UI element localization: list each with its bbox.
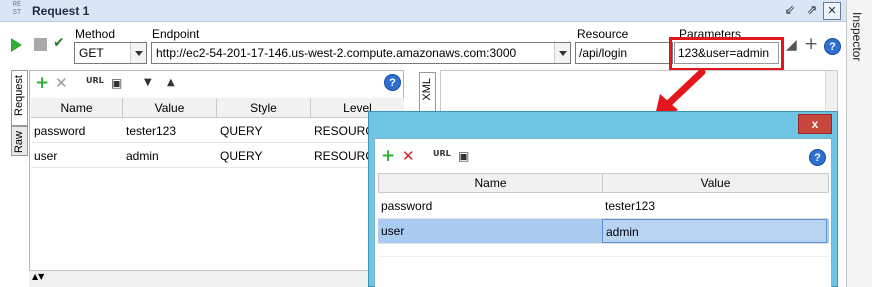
param-name[interactable]: password: [378, 194, 602, 218]
help-icon[interactable]: ?: [809, 149, 826, 166]
method-select[interactable]: GET: [74, 42, 147, 64]
move-up-icon[interactable]: ▲: [167, 74, 175, 92]
submit-request-icon[interactable]: [11, 38, 22, 52]
resource-value: /api/login: [579, 46, 628, 60]
params-grid-header: Name Value Style Level: [31, 98, 404, 118]
editor-titlebar: RE ST Request 1 ⇙ ⇗ ✕: [0, 0, 846, 22]
remove-param-icon[interactable]: ✕: [55, 74, 68, 92]
param-style[interactable]: QUERY: [217, 144, 311, 167]
param-value-editing[interactable]: admin: [602, 219, 827, 243]
request-params-panel: + ✕ URL ▣ ▼ ▲ ? Name Value Style Level p…: [29, 70, 404, 287]
parameters-dialog: x + ✕ URL ▣ ? Name Value password tester…: [368, 111, 838, 287]
help-icon[interactable]: ?: [824, 38, 841, 55]
chevron-down-icon[interactable]: [130, 43, 146, 63]
tab-request[interactable]: Request: [11, 70, 28, 126]
clear-icon[interactable]: ▣: [458, 147, 469, 165]
method-label: Method: [75, 27, 116, 41]
table-row-selected[interactable]: user admin: [378, 219, 829, 244]
splitter-toggle-icon[interactable]: ▲▼: [32, 272, 44, 281]
dialog-close-button[interactable]: x: [798, 114, 832, 134]
detach-icon[interactable]: ⇙: [781, 2, 799, 20]
url-encode-icon[interactable]: URL: [433, 145, 451, 163]
param-name[interactable]: password: [31, 119, 123, 142]
param-style[interactable]: QUERY: [217, 119, 311, 142]
add-param-icon[interactable]: +: [35, 74, 49, 92]
resource-input[interactable]: /api/login: [575, 42, 673, 64]
inspector-label: Inspector: [850, 12, 864, 62]
splitter-bar[interactable]: ▲▼: [29, 270, 404, 287]
param-name[interactable]: user: [31, 144, 123, 167]
add-icon[interactable]: +: [804, 34, 818, 54]
tab-xml[interactable]: XML: [419, 72, 436, 112]
params-toolbar: + ✕ URL ▣ ▼ ▲ ?: [30, 71, 403, 95]
tab-request-label: Request: [13, 75, 25, 116]
endpoint-label: Endpoint: [152, 27, 200, 41]
column-header-value[interactable]: Value: [123, 98, 217, 117]
tab-raw-label: Raw: [13, 131, 25, 154]
edit-parameters-icon[interactable]: ◢: [786, 37, 797, 53]
inspector-panel[interactable]: Inspector: [846, 0, 872, 287]
dialog-body: + ✕ URL ▣ ? Name Value password tester12…: [374, 138, 832, 287]
window-title: Request 1: [32, 4, 90, 18]
table-row[interactable]: password tester123: [378, 194, 829, 219]
dialog-titlebar[interactable]: [369, 112, 837, 138]
param-name[interactable]: user: [378, 219, 602, 243]
remove-param-icon[interactable]: ✕: [402, 147, 415, 165]
url-encode-icon[interactable]: URL: [86, 72, 104, 90]
column-header-name[interactable]: Name: [379, 174, 603, 192]
endpoint-select[interactable]: http://ec2-54-201-17-146.us-west-2.compu…: [151, 42, 571, 64]
maximize-icon[interactable]: ⇗: [803, 2, 821, 20]
grid-empty-area: [378, 256, 829, 286]
method-value: GET: [79, 46, 104, 60]
move-down-icon[interactable]: ▼: [144, 74, 152, 92]
resource-label: Resource: [577, 27, 629, 41]
tab-raw[interactable]: Raw: [11, 126, 28, 156]
rest-request-icon: RE ST: [12, 1, 22, 17]
tab-xml-label: XML: [421, 78, 433, 101]
param-value[interactable]: admin: [123, 144, 217, 167]
column-header-value[interactable]: Value: [603, 174, 828, 192]
endpoint-value: http://ec2-54-201-17-146.us-west-2.compu…: [156, 46, 517, 60]
add-param-icon[interactable]: +: [381, 147, 395, 165]
column-header-style[interactable]: Style: [217, 98, 311, 117]
param-value[interactable]: tester123: [602, 194, 827, 218]
chevron-down-icon[interactable]: [554, 43, 570, 63]
table-row[interactable]: user admin QUERY RESOURCE: [31, 144, 404, 168]
param-value[interactable]: tester123: [123, 119, 217, 142]
validate-icon[interactable]: ✔: [53, 34, 69, 52]
table-row[interactable]: password tester123 QUERY RESOURCE: [31, 119, 404, 143]
clear-icon[interactable]: ▣: [111, 74, 122, 92]
dialog-grid-header: Name Value: [378, 173, 829, 193]
help-icon[interactable]: ?: [384, 74, 401, 91]
cancel-request-icon[interactable]: [34, 38, 47, 51]
parameters-highlight-box: [669, 37, 784, 71]
close-icon[interactable]: ✕: [823, 2, 841, 20]
column-header-name[interactable]: Name: [31, 98, 123, 117]
